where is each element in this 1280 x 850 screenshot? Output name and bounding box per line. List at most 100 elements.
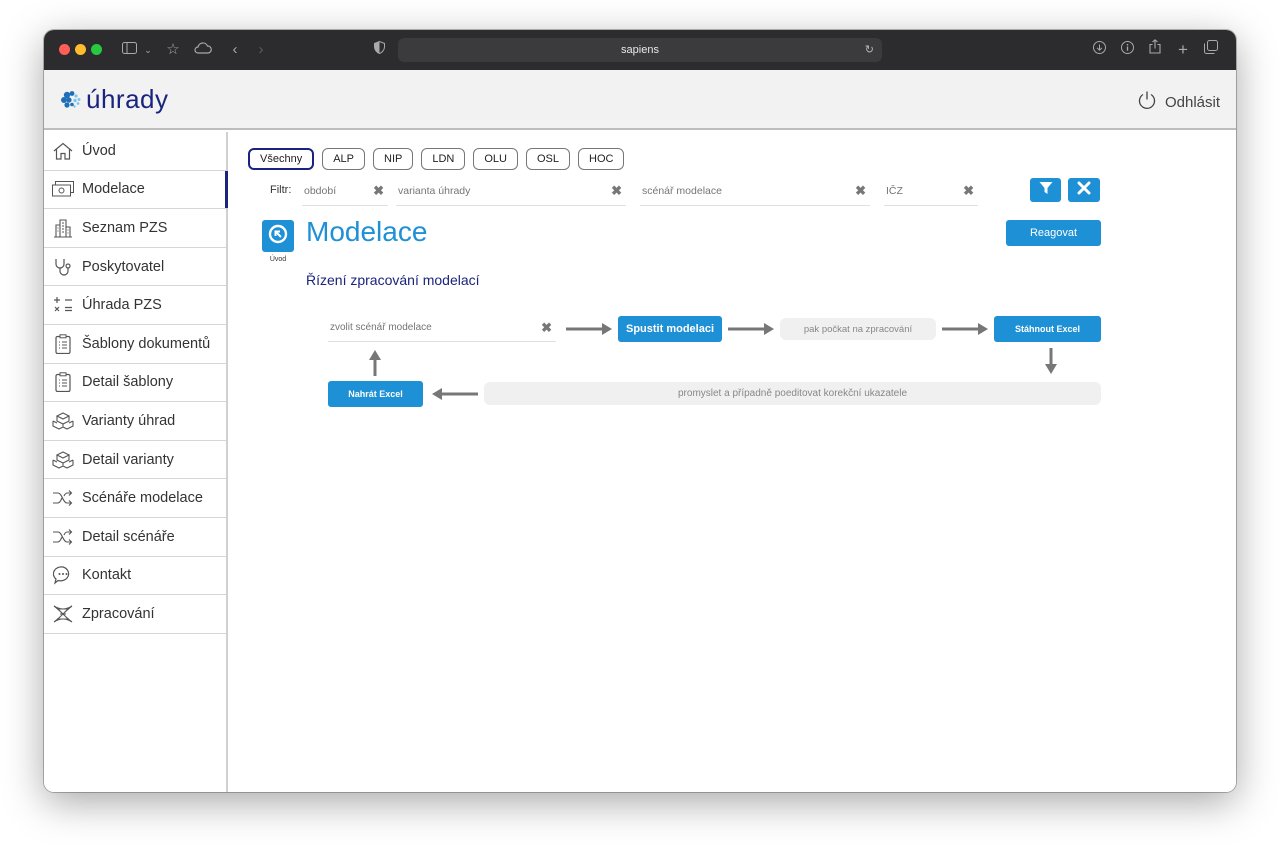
tab-nip[interactable]: NIP [373,148,414,170]
sidebar-item-label: Detail scénáře [82,528,175,545]
review-step-text: promyslet a případně poeditovat korekční… [677,388,908,399]
clear-icz-icon[interactable]: ✖ [963,183,974,199]
chat-icon [52,564,74,586]
reload-icon[interactable]: ↻ [865,38,874,62]
sidebar-item-label: Detail šablony [82,374,174,391]
dna-icon [52,603,74,625]
sidebar-item-scenare-modelace[interactable]: Scénáře modelace [44,479,226,518]
filter-row: Filtr: ✖ ✖ ✖ ✖ [248,180,1118,206]
clear-scenario-select-icon[interactable]: ✖ [541,320,552,336]
sidebar-item-detail-scenare[interactable]: Detail scénáře [44,518,226,557]
share-icon[interactable] [1146,38,1164,62]
browser-toolbar: ⌄ ☆ ‹ › sapiens ↻ + [44,30,1236,70]
arrow-right-icon [566,323,612,335]
sidebar-item-sablony-dokumentu[interactable]: Šablony dokumentů [44,325,226,364]
address-bar[interactable]: sapiens ↻ [398,38,882,62]
sidebar-item-label: Seznam PZS [82,219,168,236]
tab-olu[interactable]: OLU [473,148,518,170]
clipboard-icon [52,371,74,393]
wait-step-text: pak počkat na zpracování [803,323,913,335]
scenario-select: ✖ [328,316,556,342]
run-modelation-label: Spustit modelaci [625,323,715,335]
run-modelation-button[interactable]: Spustit modelaci [618,316,722,342]
new-tab-icon[interactable]: + [1174,38,1192,62]
sidebar: Úvod Modelace Seznam PZS Poskytovatel Úh… [44,132,228,792]
arrow-down-icon [1045,348,1057,374]
tabs-overview-icon[interactable] [1202,38,1220,62]
tab-hoc[interactable]: HOC [578,148,625,170]
forward-icon[interactable]: › [252,38,270,62]
browser-window: ⌄ ☆ ‹ › sapiens ↻ + úhrady Odhlásit Úvod… [44,30,1236,792]
home-shortcut-button[interactable] [262,220,294,252]
sidebar-item-label: Modelace [82,181,145,198]
icz-filter: ✖ [884,180,978,206]
clipboard-icon [52,333,74,355]
building-icon [52,217,74,239]
shuffle-icon [52,526,74,548]
arrow-right-icon [728,323,774,335]
minimize-window-button[interactable] [75,44,86,55]
sidebar-item-seznam-pzs[interactable]: Seznam PZS [44,209,226,248]
sidebar-item-label: Poskytovatel [82,258,165,275]
sidebar-item-label: Šablony dokumentů [82,335,211,352]
boxes-icon [52,449,74,471]
logout-button[interactable]: Odhlásit [1137,90,1220,114]
sidebar-item-varianty-uhrad[interactable]: Varianty úhrad [44,402,226,441]
sidebar-item-uvod[interactable]: Úvod [44,132,226,171]
sidebar-item-poskytovatel[interactable]: Poskytovatel [44,248,226,287]
tab-alp[interactable]: ALP [322,148,365,170]
upload-excel-button[interactable]: Nahrát Excel [328,381,423,407]
sidebar-item-detail-sablony[interactable]: Detail šablony [44,364,226,403]
sidebar-item-modelace[interactable]: Modelace [44,170,228,210]
home-shortcut-label: Úvod [269,256,287,263]
star-icon[interactable]: ☆ [162,38,184,62]
sidebar-item-uhrada-pzs[interactable]: Úhrada PZS [44,286,226,325]
tab-osl[interactable]: OSL [525,148,570,170]
shield-icon[interactable] [370,38,388,62]
tab-ldn[interactable]: LDN [421,148,466,170]
scenario-filter: ✖ [640,180,870,206]
scenario-input[interactable] [640,180,870,202]
download-excel-label: Stáhnout Excel [1014,324,1080,334]
logout-label: Odhlásit [1164,93,1220,111]
app-logo-text: úhrady [86,84,169,114]
variant-input[interactable] [396,180,626,202]
close-window-button[interactable] [59,44,70,55]
scenario-select-input[interactable] [328,316,528,338]
sidebar-item-label: Úhrada PZS [82,297,162,314]
review-step-label: promyslet a případně poeditovat korekční… [484,382,1101,405]
boxes-icon [52,410,74,432]
chevron-down-icon[interactable]: ⌄ [142,38,154,62]
clear-period-icon[interactable]: ✖ [373,183,384,199]
filter-label: Filtr: [270,184,292,196]
sidebar-item-kontakt[interactable]: Kontakt [44,557,226,596]
page-title: Modelace [306,216,428,247]
info-icon[interactable] [1118,38,1136,62]
sidebar-item-label: Kontakt [82,567,132,584]
back-icon[interactable]: ‹ [226,38,244,62]
brain-logo-icon [59,86,83,114]
apply-filter-button[interactable] [1030,178,1061,202]
sidebar-item-detail-varianty[interactable]: Detail varianty [44,441,226,480]
variant-filter: ✖ [396,180,626,206]
sidebar-item-zpracovani[interactable]: Zpracování [44,595,226,634]
reagovat-button[interactable]: Reagovat [1006,220,1101,246]
zoom-window-button[interactable] [91,44,102,55]
download-icon[interactable] [1090,38,1108,62]
clear-scenario-icon[interactable]: ✖ [855,183,866,199]
cloud-icon[interactable] [192,38,214,62]
sidebar-toggle-icon[interactable] [118,38,140,62]
clear-variant-icon[interactable]: ✖ [611,183,622,199]
clear-filter-button[interactable] [1068,178,1100,202]
wait-step-label: pak počkat na zpracování [780,318,936,340]
reagovat-label: Reagovat [1029,227,1078,239]
stethoscope-icon [52,256,74,278]
home-icon [52,140,74,162]
sidebar-item-label: Detail varianty [82,451,174,468]
back-arrow-circle-icon [268,224,288,249]
download-excel-button[interactable]: Stáhnout Excel [994,316,1101,342]
category-tabs: Všechny ALP NIP LDN OLU OSL HOC [248,148,625,170]
url-text: sapiens [621,44,659,56]
page-subtitle: Řízení zpracování modelací [306,272,480,288]
tab-vsechny[interactable]: Všechny [248,148,315,170]
